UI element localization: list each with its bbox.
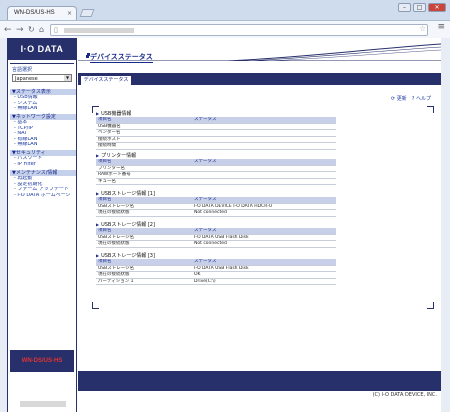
- page-header: デバイスステータス: [78, 38, 441, 68]
- refresh-link[interactable]: ⟳ 更新: [391, 95, 407, 102]
- close-window-button[interactable]: ✕: [428, 3, 446, 12]
- help-icon: ?: [411, 96, 415, 102]
- browser-toolbar: ← → ↻ ⌂ ▯ ☆: [0, 20, 450, 38]
- menu-group-security: ▼セキュリティ - パスワード - IP Filter: [10, 150, 76, 167]
- iodata-logo: I·O DATA: [8, 38, 76, 60]
- tab-device-status[interactable]: デバイスステータス: [80, 75, 132, 85]
- page-icon: ▯: [54, 26, 58, 34]
- menu-item-wireless-lan[interactable]: - 無線LAN: [10, 142, 76, 148]
- tab-title: WN-DS/US-HS: [14, 10, 55, 16]
- table-cell: Not connected: [192, 209, 336, 217]
- sidebar: I·O DATA 言語選択 Japanese ▼ ▼ステータス表示 - USB情…: [7, 38, 77, 412]
- minimize-button[interactable]: –: [398, 3, 411, 12]
- status-frame: USB機器情報 項目名ステータス USB機器名 ベンダー名 接続ホスト 接続時間…: [92, 106, 434, 309]
- title-bullet-icon: [86, 55, 89, 58]
- language-select[interactable]: Japanese ▼: [12, 74, 72, 82]
- table-cell: [192, 178, 336, 185]
- section-title: USBストレージ情報 [1]: [96, 190, 336, 197]
- maximize-button[interactable]: □: [413, 3, 426, 12]
- language-value: Japanese: [15, 76, 38, 82]
- frame-corner: [427, 302, 434, 309]
- menu-item-ip-filter[interactable]: - IP Filter: [10, 162, 76, 168]
- table-cell: [192, 142, 336, 150]
- browser-chrome: WN-DS/US-HS × – □ ✕ ← → ↻ ⌂ ▯ ☆ ≡: [0, 0, 450, 38]
- section-title: USBストレージ情報 [2]: [96, 221, 336, 228]
- divider: [10, 63, 74, 64]
- frame-corner: [92, 302, 99, 309]
- table-row: 現在の接続状態 Not connected: [96, 209, 336, 217]
- section-title: USB機器情報: [96, 110, 336, 117]
- new-tab-button[interactable]: [79, 9, 95, 17]
- tab-bar: デバイスステータス: [78, 73, 441, 85]
- table-cell: 現在の接続状態: [96, 209, 192, 217]
- table-row: 接続時間: [96, 142, 336, 150]
- tab-close-icon[interactable]: ×: [67, 10, 72, 17]
- table-cell: Not connected: [192, 240, 336, 248]
- page-right-margin: [441, 38, 450, 412]
- refresh-label: 更新: [396, 96, 407, 102]
- table-row: 現在の接続状態 Not connected: [96, 240, 336, 248]
- page-left-margin: [0, 38, 7, 412]
- status-table: 項目名 ステータス プリンター名 RAWポート番号 キュー名: [96, 159, 336, 185]
- window-controls: – □ ✕: [398, 3, 446, 12]
- table-cell: 現在の接続状態: [96, 240, 192, 248]
- page-title: デバイスステータス: [90, 53, 153, 63]
- home-icon[interactable]: ⌂: [39, 24, 44, 36]
- menu-group-status: ▼ステータス表示 - USB情報 - システム - 無線LAN: [10, 89, 76, 112]
- help-link[interactable]: ? ヘルプ: [412, 95, 431, 102]
- table-row: パーティション 1 Drive(C:\): [96, 278, 336, 285]
- section-title: USBストレージ情報 [3]: [96, 252, 336, 259]
- menu-group-network: ▼ネットワーク設定 - 基本 - TCP/IP - NAT - 有線LAN - …: [10, 114, 76, 148]
- model-name: WN-DS/US-HS: [21, 358, 63, 364]
- table-cell: キュー名: [96, 178, 192, 185]
- refresh-icon: ⟳: [390, 96, 396, 102]
- reload-icon[interactable]: ↻: [28, 24, 35, 36]
- status-table: 項目名 ステータス USB機器名 ベンダー名 接続ホスト 接続時間: [96, 117, 336, 150]
- browser-menu-icon[interactable]: ≡: [437, 22, 445, 32]
- main-content: ⟳ 更新 ? ヘルプ USB機器情報 項目名ステータス USB機器名 ベンダー名…: [78, 85, 441, 365]
- bookmark-star-icon[interactable]: ☆: [419, 24, 426, 33]
- menu-item-homepage-link[interactable]: - I-O DATA ホームページ: [10, 193, 76, 199]
- redacted-text: [20, 401, 66, 407]
- tab-label: デバイスステータス: [83, 77, 129, 83]
- section-usb-storage-3: USBストレージ情報 [3] 項目名ステータス USBストレージ名I-O DAT…: [96, 252, 336, 285]
- table-cell: パーティション 1: [96, 278, 192, 285]
- section-title: プリンター情報: [96, 152, 336, 159]
- web-page: I·O DATA 言語選択 Japanese ▼ ▼ステータス表示 - USB情…: [0, 38, 450, 412]
- footer-band: [78, 371, 441, 391]
- status-table: 項目名 ステータス USBストレージ名 I-O DATA USB Flash Dis…: [96, 228, 336, 248]
- help-label: ヘルプ: [415, 96, 431, 102]
- frame-corner: [427, 106, 434, 113]
- table-cell: 接続時間: [96, 142, 192, 150]
- section-usb-device: USB機器情報 項目名ステータス USB機器名 ベンダー名 接続ホスト 接続時間: [96, 110, 336, 150]
- action-links: ⟳ 更新 ? ヘルプ: [391, 95, 431, 102]
- model-name-banner: WN-DS/US-HS: [10, 350, 74, 372]
- status-table: 項目名 ステータス USBストレージ名 I-O DATA USB Flash Dis…: [96, 259, 336, 285]
- status-table: 項目名 ステータス USBストレージ名 I-O DATA DEVICE I-O DA…: [96, 197, 336, 217]
- section-usb-storage-1: USBストレージ情報 [1] 項目名ステータス USBストレージ名I-O DAT…: [96, 190, 336, 217]
- address-bar[interactable]: ▯: [50, 24, 428, 36]
- chevron-down-icon: ▼: [64, 75, 71, 81]
- forward-arrow-icon[interactable]: →: [16, 24, 24, 36]
- address-text-redacted: [64, 28, 134, 33]
- back-arrow-icon[interactable]: ←: [4, 24, 12, 36]
- menu-item-wireless-status[interactable]: - 無線LAN: [10, 106, 76, 112]
- language-label: 言語選択: [12, 67, 33, 73]
- menu-group-maintenance: ▼メンテナンス/情報 - 再起動 - 設定初期化 - ファーム アップデート -…: [10, 170, 76, 198]
- section-usb-storage-2: USBストレージ情報 [2] 項目名ステータス USBストレージ名I-O DAT…: [96, 221, 336, 248]
- copyright-text: (C) I-O DATA DEVICE, INC.: [372, 392, 437, 398]
- browser-tab[interactable]: WN-DS/US-HS ×: [7, 6, 77, 20]
- section-printer: プリンター情報 項目名ステータス プリンター名 RAWポート番号 キュー名: [96, 152, 336, 185]
- table-row: キュー名: [96, 178, 336, 185]
- table-cell: Drive(C:\): [192, 278, 336, 285]
